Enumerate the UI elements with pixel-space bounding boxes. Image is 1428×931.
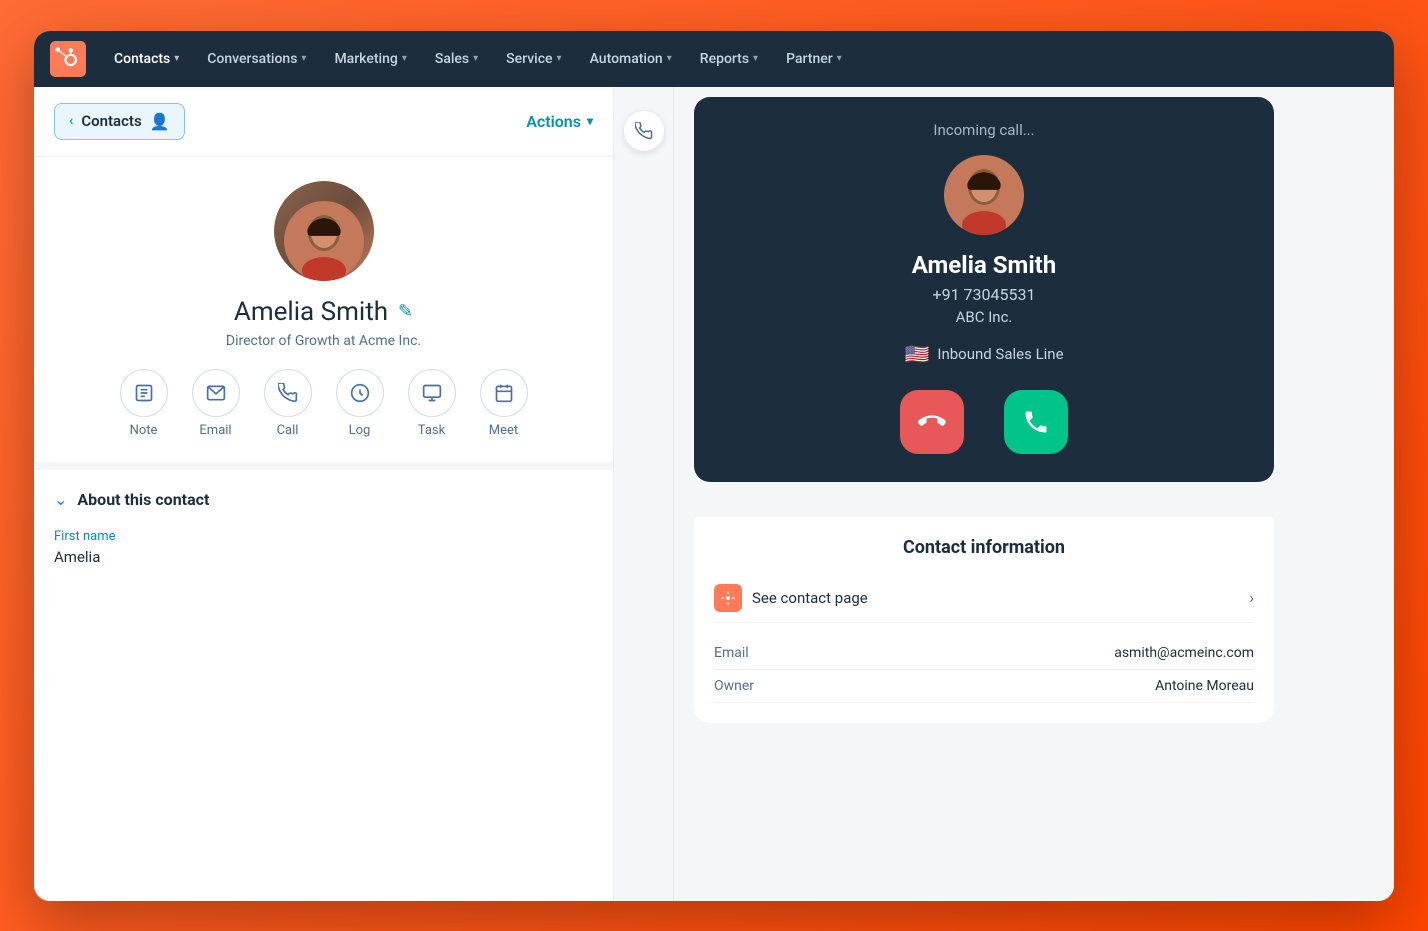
nav-reports[interactable]: Reports ▾ bbox=[688, 43, 770, 75]
hubspot-logo-small bbox=[714, 584, 742, 612]
call-actions bbox=[900, 390, 1068, 454]
contact-card: Amelia Smith ✎ Director of Growth at Acm… bbox=[34, 157, 613, 470]
nav-marketing[interactable]: Marketing ▾ bbox=[322, 43, 418, 75]
first-name-label: First name bbox=[54, 529, 593, 544]
sales-line-label: Inbound Sales Line bbox=[937, 345, 1063, 363]
first-name-field: First name Amelia bbox=[54, 529, 593, 566]
nav-sales[interactable]: Sales ▾ bbox=[423, 43, 490, 75]
note-label: Note bbox=[130, 423, 158, 438]
nav-service-chevron: ▾ bbox=[557, 53, 562, 64]
email-key: Email bbox=[714, 645, 749, 661]
call-label: Call bbox=[277, 423, 299, 438]
actions-chevron-icon: ▾ bbox=[587, 114, 593, 128]
nav-sales-chevron: ▾ bbox=[473, 53, 478, 64]
incoming-call-label: Incoming call... bbox=[933, 121, 1034, 139]
log-button[interactable] bbox=[336, 369, 384, 417]
about-section: ⌄ About this contact First name Amelia bbox=[34, 470, 613, 600]
incoming-call-card: Incoming call... Amelia Smith +91 730455… bbox=[694, 97, 1274, 482]
hubspot-logo[interactable] bbox=[50, 41, 86, 77]
see-contact-row[interactable]: See contact page › bbox=[714, 574, 1254, 623]
main-content: ‹ Contacts 👤 Actions ▾ bbox=[34, 87, 1394, 901]
call-action: Call bbox=[264, 369, 312, 438]
navbar: Contacts ▾ Conversations ▾ Marketing ▾ S… bbox=[34, 31, 1394, 87]
nav-partner-chevron: ▾ bbox=[837, 53, 842, 64]
nav-automation-chevron: ▾ bbox=[667, 53, 672, 64]
owner-key: Owner bbox=[714, 678, 754, 694]
about-header: ⌄ About this contact bbox=[54, 490, 593, 509]
action-buttons: Note Email Call bbox=[120, 369, 528, 438]
contact-name: Amelia Smith bbox=[234, 297, 388, 327]
nav-reports-chevron: ▾ bbox=[753, 53, 758, 64]
sales-line: 🇺🇸 Inbound Sales Line bbox=[904, 342, 1063, 366]
panel-header: ‹ Contacts 👤 Actions ▾ bbox=[34, 87, 613, 157]
meet-button[interactable] bbox=[480, 369, 528, 417]
caller-phone: +91 73045531 bbox=[933, 285, 1036, 304]
avatar bbox=[274, 181, 374, 281]
log-action: Log bbox=[336, 369, 384, 438]
call-button[interactable] bbox=[264, 369, 312, 417]
see-contact-label: See contact page bbox=[752, 589, 1239, 607]
phone-fab-button[interactable] bbox=[624, 111, 664, 151]
accept-button[interactable] bbox=[1004, 390, 1068, 454]
caller-avatar bbox=[944, 155, 1024, 235]
contact-title: Director of Growth at Acme Inc. bbox=[226, 333, 421, 349]
owner-info-row: Owner Antoine Moreau bbox=[714, 670, 1254, 703]
nav-conversations[interactable]: Conversations ▾ bbox=[195, 43, 318, 75]
avatar-image bbox=[274, 181, 374, 281]
see-contact-chevron-icon: › bbox=[1249, 588, 1254, 607]
back-arrow-icon: ‹ bbox=[69, 113, 73, 129]
email-button[interactable] bbox=[192, 369, 240, 417]
email-info-row: Email asmith@acmeinc.com bbox=[714, 637, 1254, 670]
contact-info-title: Contact information bbox=[714, 537, 1254, 558]
caller-company: ABC Inc. bbox=[956, 308, 1013, 326]
nav-automation[interactable]: Automation ▾ bbox=[578, 43, 684, 75]
owner-value: Antoine Moreau bbox=[1155, 678, 1254, 694]
middle-strip bbox=[614, 87, 674, 901]
task-label: Task bbox=[418, 423, 445, 438]
task-button[interactable] bbox=[408, 369, 456, 417]
about-title: About this contact bbox=[77, 490, 209, 509]
actions-label: Actions bbox=[526, 112, 581, 131]
task-action: Task bbox=[408, 369, 456, 438]
nav-service[interactable]: Service ▾ bbox=[494, 43, 573, 75]
nav-conversations-chevron: ▾ bbox=[301, 53, 306, 64]
edit-icon[interactable]: ✎ bbox=[398, 301, 413, 322]
meet-label: Meet bbox=[489, 423, 518, 438]
nav-contacts[interactable]: Contacts ▾ bbox=[102, 43, 191, 75]
note-action: Note bbox=[120, 369, 168, 438]
contact-name-row: Amelia Smith ✎ bbox=[234, 297, 413, 327]
left-panel: ‹ Contacts 👤 Actions ▾ bbox=[34, 87, 614, 901]
nav-marketing-chevron: ▾ bbox=[402, 53, 407, 64]
decline-button[interactable] bbox=[900, 390, 964, 454]
first-name-value: Amelia bbox=[54, 548, 593, 566]
back-contacts-button[interactable]: ‹ Contacts 👤 bbox=[54, 103, 185, 140]
us-flag-icon: 🇺🇸 bbox=[904, 342, 929, 366]
contact-info-card: Contact information See contact page › E… bbox=[694, 517, 1274, 723]
note-button[interactable] bbox=[120, 369, 168, 417]
nav-partner[interactable]: Partner ▾ bbox=[774, 43, 854, 75]
nav-contacts-chevron: ▾ bbox=[174, 53, 179, 64]
person-icon: 👤 bbox=[150, 112, 170, 131]
email-label: Email bbox=[199, 423, 231, 438]
log-label: Log bbox=[349, 423, 371, 438]
back-contacts-label: Contacts bbox=[81, 112, 141, 130]
about-chevron-icon[interactable]: ⌄ bbox=[54, 490, 67, 509]
email-action: Email bbox=[192, 369, 240, 438]
caller-name: Amelia Smith bbox=[912, 251, 1057, 279]
actions-button[interactable]: Actions ▾ bbox=[526, 112, 593, 131]
right-panel: Incoming call... Amelia Smith +91 730455… bbox=[674, 87, 1394, 901]
meet-action: Meet bbox=[480, 369, 528, 438]
email-value: asmith@acmeinc.com bbox=[1114, 645, 1254, 661]
